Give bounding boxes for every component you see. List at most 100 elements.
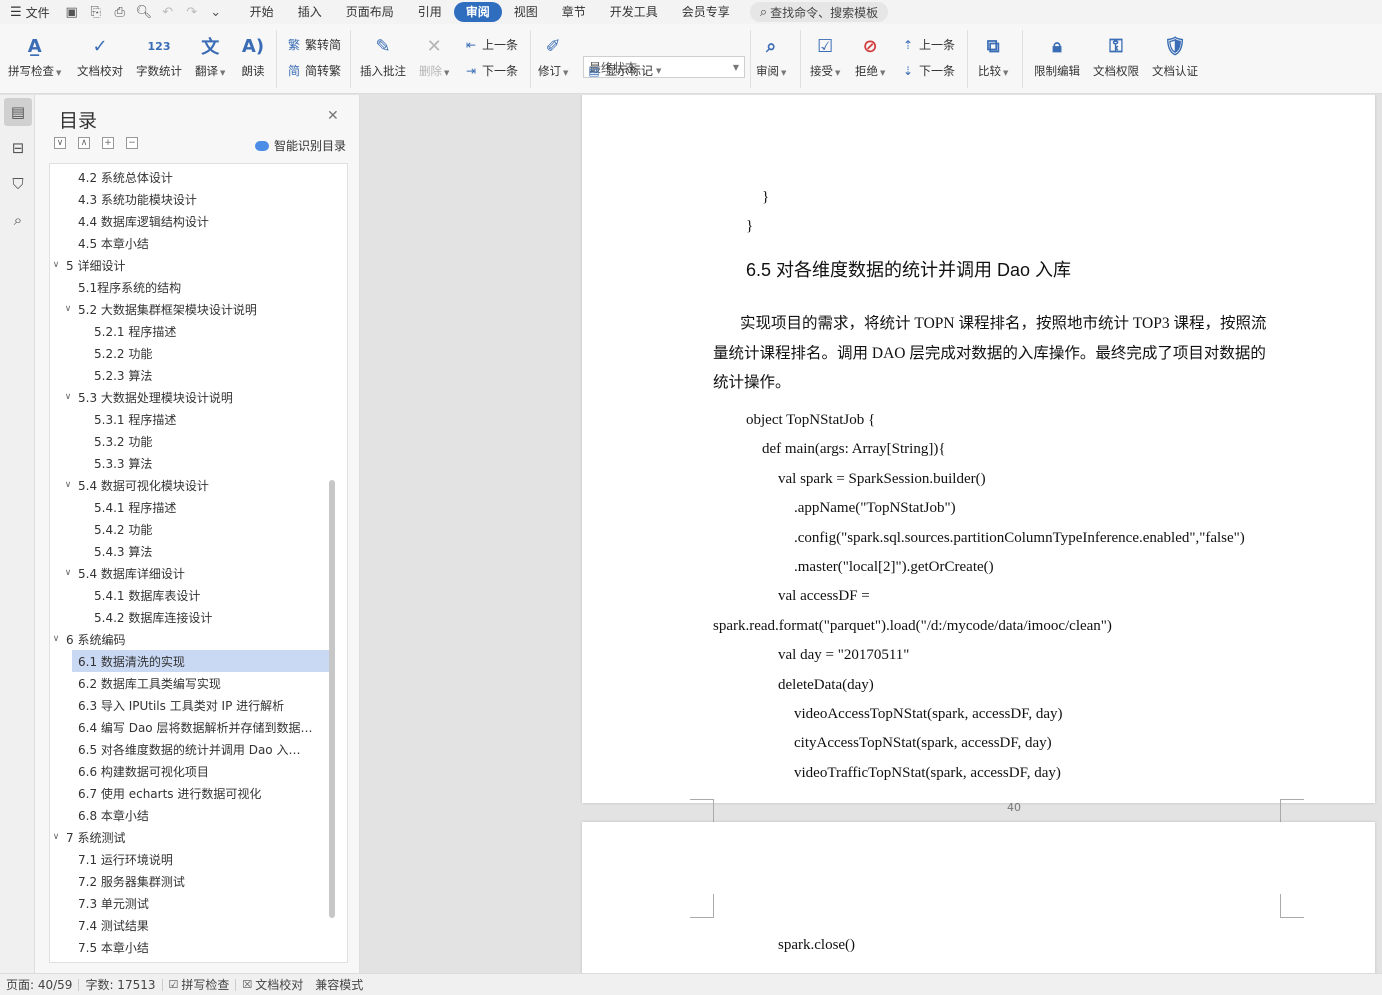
read-aloud-button[interactable]: A) 朗读 bbox=[240, 32, 266, 79]
toc-item[interactable]: 5.3.2 功能 bbox=[50, 430, 330, 452]
insert-comment-button[interactable]: ✎ 插入批注 bbox=[360, 32, 406, 79]
doc-proofread-button[interactable]: ✓ 文档校对 bbox=[77, 32, 123, 79]
ribbon-tab[interactable]: 会员专享 bbox=[670, 2, 742, 22]
word-count-button[interactable]: 123 字数统计 bbox=[136, 32, 182, 79]
compare-button[interactable]: ⧉ 比较 ▼ bbox=[978, 32, 1008, 79]
undo-icon[interactable]: ↶ bbox=[160, 5, 176, 20]
toc-item[interactable]: ∨ 6 系统编码 bbox=[50, 628, 330, 650]
reject-change-button[interactable]: ⊘ 拒绝 ▼ bbox=[855, 32, 885, 79]
ribbon-tab[interactable]: 章节 bbox=[550, 2, 598, 22]
toc-item[interactable]: ∨ 5.4 数据库详细设计 bbox=[50, 562, 330, 584]
ribbon-tab[interactable]: 开始 bbox=[238, 2, 286, 22]
chevron-down-icon[interactable]: ∨ bbox=[62, 392, 74, 402]
toc-item[interactable]: 5.4.2 数据库连接设计 bbox=[50, 606, 330, 628]
chevron-down-icon[interactable]: ∨ bbox=[62, 568, 74, 578]
toc-item[interactable]: 6.3 导入 IPUtils 工具类对 IP 进行解析 bbox=[50, 694, 330, 716]
print-preview-icon[interactable]: 🔍︎ bbox=[136, 5, 153, 20]
bookmark-icon[interactable]: ⛉ bbox=[4, 170, 32, 198]
toc-item[interactable]: 5.2.2 功能 bbox=[50, 342, 330, 364]
document-page[interactable]: spark.close() bbox=[582, 822, 1375, 973]
toc-item[interactable]: 4.4 数据库逻辑结构设计 bbox=[50, 210, 330, 232]
word-count-indicator[interactable]: 字数: 17513 bbox=[79, 976, 161, 993]
toc-item[interactable]: 6.2 数据库工具类编写实现 bbox=[50, 672, 330, 694]
toc-item[interactable]: 5.2.1 程序描述 bbox=[50, 320, 330, 342]
toc-scrollbar[interactable] bbox=[329, 480, 335, 918]
ribbon-tab[interactable]: 视图 bbox=[502, 2, 550, 22]
smart-toc-button[interactable]: 智能识别目录 bbox=[255, 137, 346, 154]
restrict-edit-button[interactable]: 🔒︎ 限制编辑 bbox=[1034, 32, 1080, 79]
command-search-box[interactable]: ⌕ 查找命令、搜索模板 bbox=[749, 2, 889, 22]
chevron-down-icon[interactable]: ∨ bbox=[62, 304, 74, 314]
toc-item[interactable]: ∨ 7 系统测试 bbox=[50, 826, 330, 848]
toc-item[interactable]: 7.3 单元测试 bbox=[50, 892, 330, 914]
spell-check-button[interactable]: A̲ 拼写检查 ▼ bbox=[8, 32, 61, 79]
delete-comment-button[interactable]: ✕ 删除 ▼ bbox=[419, 32, 449, 79]
accept-change-button[interactable]: ☑ 接受 ▼ bbox=[810, 32, 840, 79]
file-menu-button[interactable]: ☰ 文件 bbox=[0, 0, 58, 24]
chevron-down-icon[interactable]: ∨ bbox=[50, 634, 62, 644]
doc-certify-button[interactable]: 🛡︎ 文档认证 bbox=[1152, 32, 1198, 79]
chapter-nav-icon[interactable]: ⊟ bbox=[4, 134, 32, 162]
toc-item[interactable]: 6.6 构建数据可视化项目 bbox=[50, 760, 330, 782]
print-icon[interactable]: ⎙ bbox=[112, 5, 128, 20]
toc-item[interactable]: 5.3.3 算法 bbox=[50, 452, 330, 474]
ribbon-tab[interactable]: 开发工具 bbox=[598, 2, 670, 22]
collapse-all-icon[interactable]: ∨ bbox=[54, 137, 66, 149]
toc-item[interactable]: 7.1 运行环境说明 bbox=[50, 848, 330, 870]
toc-item[interactable]: 5.1程序系统的结构 bbox=[50, 276, 330, 298]
toc-item[interactable]: 7.2 服务器集群测试 bbox=[50, 870, 330, 892]
toc-item[interactable]: ∨ 5.4 数据可视化模块设计 bbox=[50, 474, 330, 496]
toc-item[interactable]: 6.8 本章小结 bbox=[50, 804, 330, 826]
quick-access-dropdown-icon[interactable]: ⌄ bbox=[208, 5, 224, 20]
toc-item[interactable]: 5.2.3 算法 bbox=[50, 364, 330, 386]
toc-item[interactable]: 4.2 系统总体设计 bbox=[50, 166, 330, 188]
page-indicator[interactable]: 页面: 40/59 bbox=[0, 976, 78, 993]
toc-item[interactable]: 5.4.3 算法 bbox=[50, 540, 330, 562]
toc-item[interactable]: 6.4 编写 Dao 层将数据解析并存储到数据… bbox=[50, 716, 330, 738]
toc-item[interactable]: 5.4.2 功能 bbox=[50, 518, 330, 540]
toc-item[interactable]: 5.4.1 程序描述 bbox=[50, 496, 330, 518]
remove-heading-icon[interactable]: − bbox=[126, 137, 138, 149]
doc-permission-button[interactable]: ⚿ 文档权限 bbox=[1093, 32, 1139, 79]
ribbon-tab[interactable]: 插入 bbox=[286, 2, 334, 22]
toc-item[interactable]: ∨ 5.2 大数据集群框架模块设计说明 bbox=[50, 298, 330, 320]
traditional-to-simplified-button[interactable]: 繁 繁转简 bbox=[286, 36, 341, 53]
ribbon-tab[interactable]: 审阅 bbox=[453, 2, 502, 22]
toc-item[interactable]: 7.4 测试结果 bbox=[50, 914, 330, 936]
chevron-down-icon[interactable]: ∨ bbox=[50, 260, 62, 270]
translate-button[interactable]: 文 翻译 ▼ bbox=[195, 32, 225, 79]
toc-item[interactable]: 4.3 系统功能模块设计 bbox=[50, 188, 330, 210]
prev-comment-button[interactable]: ⇤ 上一条 bbox=[463, 36, 518, 53]
ribbon-tab[interactable]: 引用 bbox=[406, 2, 454, 22]
review-pane-button[interactable]: ⌕ 审阅 ▼ bbox=[756, 32, 786, 79]
toc-item[interactable]: 6.7 使用 echarts 进行数据可视化 bbox=[50, 782, 330, 804]
close-icon[interactable]: ✕ bbox=[327, 108, 339, 124]
document-page[interactable]: } } 6.5 对各维度数据的统计并调用 Dao 入库 实现项目的需求，将统计 … bbox=[582, 95, 1375, 823]
save-icon[interactable]: ▣ bbox=[64, 5, 80, 20]
export-pdf-icon[interactable]: ⎘ bbox=[88, 5, 104, 20]
redo-icon[interactable]: ↷ bbox=[184, 5, 200, 20]
add-heading-icon[interactable]: + bbox=[102, 137, 114, 149]
toc-item[interactable]: 5.4.1 数据库表设计 bbox=[50, 584, 330, 606]
document-canvas[interactable]: } } 6.5 对各维度数据的统计并调用 Dao 入库 实现项目的需求，将统计 … bbox=[361, 95, 1382, 973]
toc-item[interactable]: 5.3.1 程序描述 bbox=[50, 408, 330, 430]
toc-panel-icon[interactable]: ▤ bbox=[4, 98, 32, 126]
chevron-down-icon[interactable]: ∨ bbox=[50, 832, 62, 842]
toc-item[interactable]: 6.1 数据清洗的实现 bbox=[72, 650, 330, 672]
expand-up-icon[interactable]: ∧ bbox=[78, 137, 90, 149]
status-spell-check-button[interactable]: ☑ 拼写检查 bbox=[163, 976, 236, 993]
toc-item[interactable]: 6.5 对各维度数据的统计并调用 Dao 入… bbox=[50, 738, 330, 760]
search-icon[interactable]: ⌕ bbox=[4, 206, 32, 234]
toc-item[interactable]: ∨ 5 详细设计 bbox=[50, 254, 330, 276]
track-changes-button[interactable]: ✐ 修订 ▼ bbox=[538, 32, 568, 79]
prev-change-button[interactable]: ⇡ 上一条 bbox=[900, 36, 955, 53]
toc-item[interactable]: ∨ 5.3 大数据处理模块设计说明 bbox=[50, 386, 330, 408]
toc-item[interactable]: 7.5 本章小结 bbox=[50, 936, 330, 958]
next-change-button[interactable]: ⇣ 下一条 bbox=[900, 62, 955, 79]
status-proofread-button[interactable]: ☒ 文档校对 bbox=[236, 976, 309, 993]
show-markup-button[interactable]: ▤ 显示标记 ▼ bbox=[586, 62, 661, 79]
simplified-to-traditional-button[interactable]: 简 简转繁 bbox=[286, 62, 341, 79]
next-comment-button[interactable]: ⇥ 下一条 bbox=[463, 62, 518, 79]
chevron-down-icon[interactable]: ∨ bbox=[62, 480, 74, 490]
toc-item[interactable]: 4.5 本章小结 bbox=[50, 232, 330, 254]
